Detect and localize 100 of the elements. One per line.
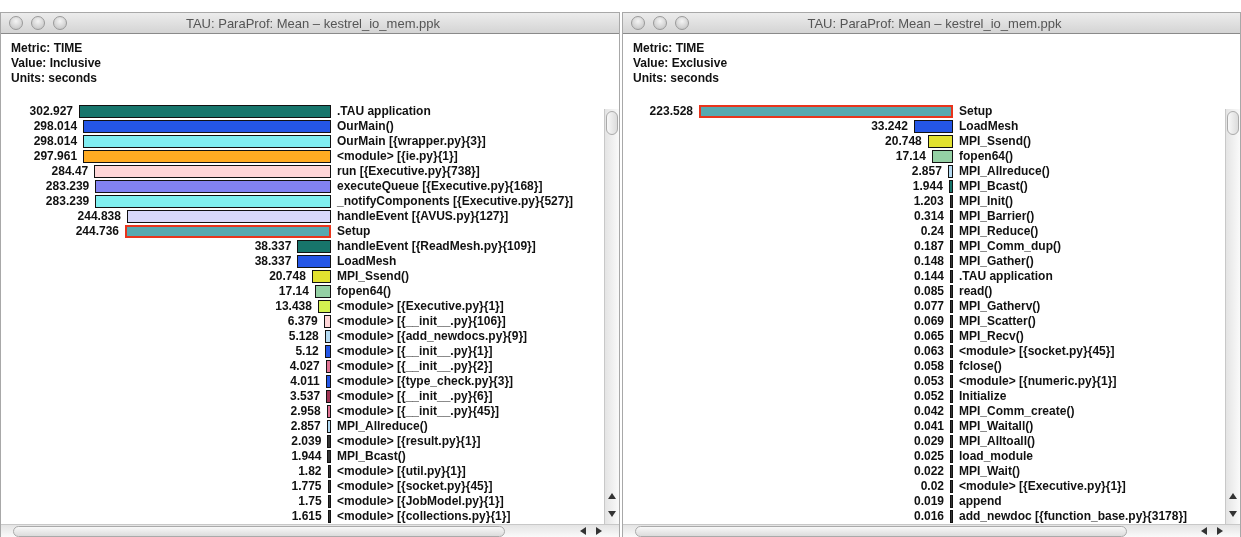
- metric-bar[interactable]: [83, 135, 331, 148]
- horizontal-scrollbar[interactable]: [623, 524, 1240, 537]
- bar-value: 38.337: [254, 254, 292, 269]
- bar-value: 1.203: [913, 194, 944, 209]
- scroll-down-icon[interactable]: [1229, 510, 1237, 518]
- metric-bar[interactable]: [95, 195, 331, 208]
- bar-value: 0.016: [913, 509, 944, 524]
- window-button[interactable]: [653, 16, 667, 30]
- window-title: TAU: ParaProf: Mean – kestrel_io_mem.ppk: [806, 15, 1063, 31]
- bar-value: 4.011: [290, 374, 320, 389]
- vertical-scrollbar[interactable]: [1225, 109, 1240, 524]
- scroll-right-icon[interactable]: [595, 527, 603, 535]
- metric-label: Units: seconds: [11, 71, 98, 86]
- metric-bar[interactable]: [327, 510, 331, 523]
- metric-bar[interactable]: [126, 210, 331, 223]
- metric-label: Metric: TIME: [633, 41, 706, 56]
- function-name: MPI_Waitall(): [959, 419, 1034, 434]
- bar-value: 2.857: [290, 419, 321, 434]
- metric-bar[interactable]: [323, 315, 331, 328]
- metric-bar[interactable]: [317, 300, 331, 313]
- bar-value: 0.053: [913, 374, 944, 389]
- function-name: .TAU application: [959, 269, 1053, 284]
- bar-value: 20.748: [269, 269, 306, 284]
- bar-value: 298.014: [33, 134, 78, 149]
- bar-value: 17.14: [895, 149, 926, 164]
- metric-bar[interactable]: [325, 360, 331, 373]
- metric-bar[interactable]: [927, 135, 953, 148]
- metric-bar[interactable]: [94, 165, 331, 178]
- metric-bar[interactable]: [324, 330, 331, 343]
- function-name: MPI_Gather(): [959, 254, 1034, 269]
- horizontal-scrollbar[interactable]: [1, 524, 619, 537]
- bar-value: 0.042: [913, 404, 944, 419]
- window-button[interactable]: [631, 16, 645, 30]
- metric-bar[interactable]: [949, 195, 953, 208]
- function-name: Setup: [337, 224, 371, 239]
- function-name: <module> [{socket.py}{45}]: [337, 479, 493, 494]
- bar-value: 1.944: [912, 179, 943, 194]
- window-button[interactable]: [53, 16, 67, 30]
- window-button[interactable]: [675, 16, 689, 30]
- bar-value: 0.022: [913, 464, 944, 479]
- function-name: <module> [{result.py}{1}]: [337, 434, 481, 449]
- bar-value: 0.085: [913, 284, 944, 299]
- function-name: MPI_Scatter(): [959, 314, 1036, 329]
- bar-value: 3.537: [290, 389, 321, 404]
- bar-value: 223.528: [649, 104, 693, 119]
- metric-bar[interactable]: [948, 180, 953, 193]
- metric-bar[interactable]: [95, 180, 331, 193]
- function-name: <module> [{add_newdocs.py}{9}]: [337, 329, 528, 344]
- scroll-up-icon[interactable]: [608, 492, 616, 500]
- scroll-left-icon[interactable]: [1200, 527, 1208, 535]
- vertical-scrollbar[interactable]: [604, 109, 619, 524]
- function-name: MPI_Barrier(): [959, 209, 1035, 224]
- function-name: read(): [959, 284, 993, 299]
- bar-value: 38.337: [254, 239, 292, 254]
- bar-value: 0.144: [913, 269, 944, 284]
- scroll-down-icon[interactable]: [608, 510, 616, 518]
- bar-value: 17.14: [278, 284, 309, 299]
- function-name: load_module: [959, 449, 1033, 464]
- bar-value: 4.027: [289, 359, 320, 374]
- function-name: MPI_Comm_dup(): [959, 239, 1061, 254]
- scroll-thumb[interactable]: [635, 525, 1127, 537]
- function-name: <module> [{__init__.py}{106}]: [337, 314, 506, 329]
- metric-bar[interactable]: [327, 495, 331, 508]
- scroll-up-icon[interactable]: [1229, 492, 1237, 500]
- scroll-left-icon[interactable]: [579, 527, 587, 535]
- scroll-thumb[interactable]: [1227, 111, 1239, 135]
- window-button[interactable]: [9, 16, 23, 30]
- function-name: <module> [{__init__.py}{2}]: [337, 359, 493, 374]
- metric-bar[interactable]: [324, 345, 331, 358]
- bar-value: 0.025: [913, 449, 944, 464]
- function-name: fclose(): [959, 359, 1002, 374]
- function-name: MPI_Ssend(): [337, 269, 409, 284]
- function-name: LoadMesh: [337, 254, 397, 269]
- function-name: MPI_Allreduce(): [337, 419, 428, 434]
- metric-bar[interactable]: [947, 165, 953, 178]
- metric-bar[interactable]: [325, 375, 331, 388]
- bar-value: 33.242: [871, 119, 908, 134]
- metric-bar[interactable]: [326, 405, 331, 418]
- metric-bar[interactable]: [327, 480, 331, 493]
- function-name: <module> [{collections.py}{1}]: [337, 509, 511, 524]
- bar-value: 297.961: [33, 149, 78, 164]
- metric-bar[interactable]: [931, 150, 953, 163]
- metric-bar[interactable]: [314, 285, 331, 298]
- metric-bar[interactable]: [83, 150, 331, 163]
- bar-value: 5.128: [288, 329, 319, 344]
- window-button[interactable]: [31, 16, 45, 30]
- scroll-thumb[interactable]: [13, 525, 505, 537]
- bar-value: 1.75: [298, 494, 322, 509]
- function-name: <module> [{__init__.py}{45}]: [337, 404, 500, 419]
- function-name: executeQueue [{Executive.py}{168}]: [337, 179, 543, 194]
- metric-bar[interactable]: [326, 420, 331, 433]
- function-name: <module> [{socket.py}{45}]: [959, 344, 1115, 359]
- bar-value: 0.077: [913, 299, 944, 314]
- scroll-thumb[interactable]: [606, 111, 618, 135]
- bar-value: 13.438: [275, 299, 312, 314]
- metric-bar[interactable]: [913, 120, 953, 133]
- metric-bar[interactable]: [327, 465, 331, 478]
- bar-value: 2.958: [290, 404, 321, 419]
- metric-bar[interactable]: [311, 270, 331, 283]
- scroll-right-icon[interactable]: [1216, 527, 1224, 535]
